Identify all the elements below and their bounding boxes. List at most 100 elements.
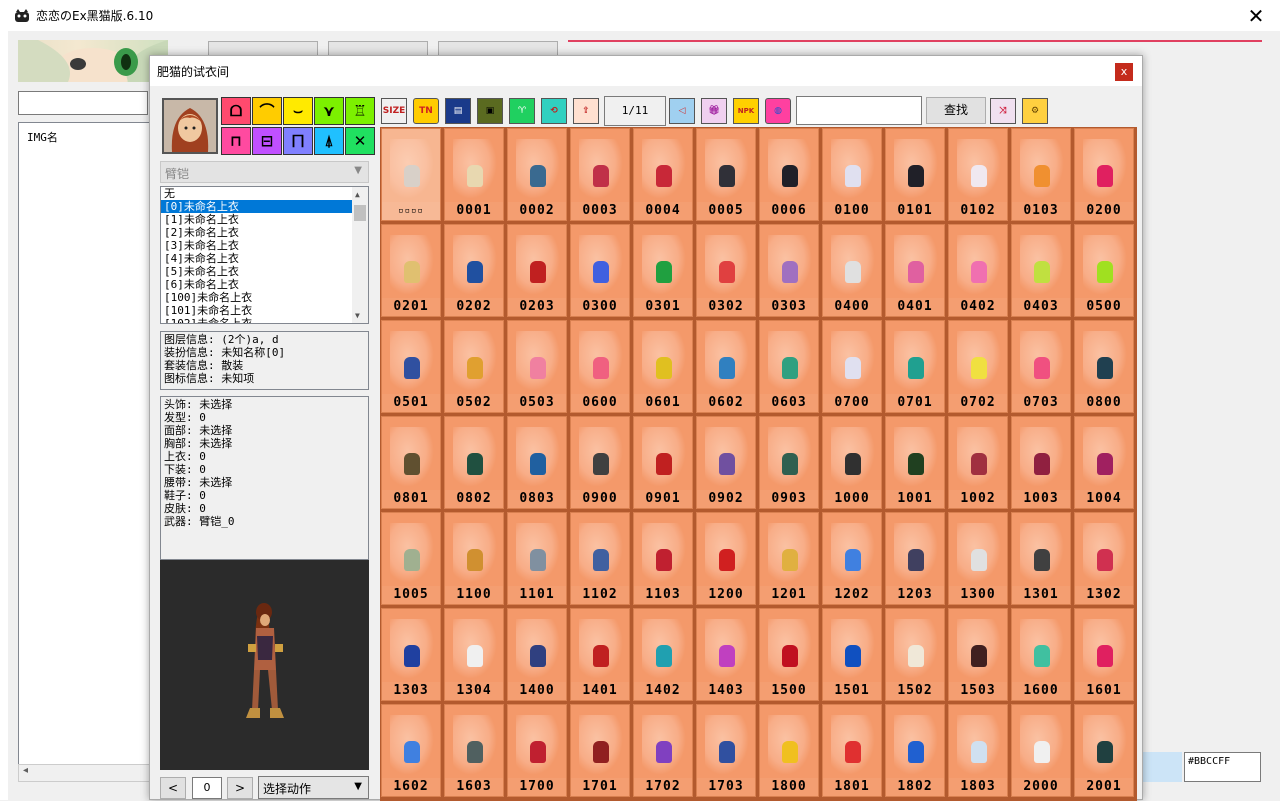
- img-list[interactable]: IMG名: [18, 122, 150, 782]
- belt-icon[interactable]: ⊟: [252, 127, 282, 155]
- book-icon[interactable]: ▤: [445, 98, 471, 124]
- grid-item[interactable]: 1300: [948, 512, 1008, 605]
- grid-item[interactable]: 0403: [1011, 224, 1071, 317]
- next-frame-button[interactable]: >: [227, 777, 253, 799]
- item-search-input[interactable]: [796, 96, 922, 125]
- weapon-icon[interactable]: ✕: [345, 127, 375, 155]
- grid-item[interactable]: 1200: [696, 512, 756, 605]
- grid-item[interactable]: 0901: [633, 416, 693, 509]
- list-item[interactable]: [3]未命名上衣: [161, 239, 353, 252]
- grid-item[interactable]: 0702: [948, 320, 1008, 413]
- grid-item[interactable]: 1102: [570, 512, 630, 605]
- prev-page-icon[interactable]: ◁: [669, 98, 695, 124]
- grid-item[interactable]: 0401: [885, 224, 945, 317]
- grid-item[interactable]: 0302: [696, 224, 756, 317]
- grid-item[interactable]: 1601: [1074, 608, 1134, 701]
- grid-item[interactable]: 0002: [507, 128, 567, 221]
- coat-icon[interactable]: ♖: [345, 97, 375, 125]
- refresh-icon[interactable]: ⟲: [541, 98, 567, 124]
- grid-item[interactable]: 0005: [696, 128, 756, 221]
- grid-item[interactable]: 0300: [570, 224, 630, 317]
- list-item[interactable]: [0]未命名上衣: [161, 200, 353, 213]
- grid-item[interactable]: 0202: [444, 224, 504, 317]
- grid-item[interactable]: 1101: [507, 512, 567, 605]
- grid-item[interactable]: 1402: [633, 608, 693, 701]
- character-portrait[interactable]: [162, 98, 218, 154]
- grid-item[interactable]: 0900: [570, 416, 630, 509]
- grid-item[interactable]: 0801: [381, 416, 441, 509]
- grid-item[interactable]: 1502: [885, 608, 945, 701]
- grid-item[interactable]: 1304: [444, 608, 504, 701]
- grid-item[interactable]: 0903: [759, 416, 819, 509]
- grid-item[interactable]: 0100: [822, 128, 882, 221]
- shuffle-icon[interactable]: ⤨: [990, 98, 1016, 124]
- grid-item[interactable]: 1302: [1074, 512, 1134, 605]
- grid-item[interactable]: 0600: [570, 320, 630, 413]
- grid-item[interactable]: 1602: [381, 704, 441, 797]
- npk-icon[interactable]: NPK: [733, 98, 759, 124]
- grid-item[interactable]: 1301: [1011, 512, 1071, 605]
- grid-item[interactable]: 0700: [822, 320, 882, 413]
- grid-item[interactable]: 0203: [507, 224, 567, 317]
- grid-item[interactable]: 0301: [633, 224, 693, 317]
- item-list-scrollbar[interactable]: ▲ ▼: [352, 187, 368, 323]
- grid-item[interactable]: 0703: [1011, 320, 1071, 413]
- grid-item[interactable]: 0103: [1011, 128, 1071, 221]
- grid-item[interactable]: 1600: [1011, 608, 1071, 701]
- slot-select[interactable]: 臂铠 ▼: [160, 161, 369, 183]
- grid-item[interactable]: 1202: [822, 512, 882, 605]
- gift-icon[interactable]: 🎁︎: [701, 98, 727, 124]
- grid-item[interactable]: 1000: [822, 416, 882, 509]
- grid-item[interactable]: 0501: [381, 320, 441, 413]
- grid-item[interactable]: 0400: [822, 224, 882, 317]
- grid-item[interactable]: 0001: [444, 128, 504, 221]
- grid-item[interactable]: 0101: [885, 128, 945, 221]
- grid-item[interactable]: 0803: [507, 416, 567, 509]
- pants-icon[interactable]: ⊓: [221, 127, 251, 155]
- grid-item[interactable]: 1501: [822, 608, 882, 701]
- shoes-icon[interactable]: ⨅: [283, 127, 313, 155]
- grid-item[interactable]: 0802: [444, 416, 504, 509]
- grid-item[interactable]: 0102: [948, 128, 1008, 221]
- tn-icon[interactable]: TN: [413, 98, 439, 124]
- grid-item[interactable]: 0003: [570, 128, 630, 221]
- grid-item[interactable]: 0402: [948, 224, 1008, 317]
- grid-item[interactable]: 0601: [633, 320, 693, 413]
- grid-item[interactable]: ▫▫▫▫: [381, 128, 441, 221]
- scroll-thumb[interactable]: [354, 205, 366, 221]
- img-list-hscroll[interactable]: ◂: [18, 764, 150, 782]
- skin-icon[interactable]: ⍋: [314, 127, 344, 155]
- grid-item[interactable]: 1303: [381, 608, 441, 701]
- list-item[interactable]: [101]未命名上衣: [161, 304, 353, 317]
- img-search-input[interactable]: [18, 91, 148, 115]
- grid-item[interactable]: 1803: [948, 704, 1008, 797]
- dialog-close-button[interactable]: x: [1115, 63, 1133, 81]
- list-item[interactable]: [100]未命名上衣: [161, 291, 353, 304]
- scroll-down-icon[interactable]: ▼: [355, 309, 360, 322]
- list-item[interactable]: [6]未命名上衣: [161, 278, 353, 291]
- action-select[interactable]: 选择动作 ▼: [258, 776, 369, 799]
- grid-item[interactable]: 2000: [1011, 704, 1071, 797]
- grid-item[interactable]: 1500: [759, 608, 819, 701]
- grid-item[interactable]: 1400: [507, 608, 567, 701]
- grid-item[interactable]: 0602: [696, 320, 756, 413]
- grid-item[interactable]: 0201: [381, 224, 441, 317]
- grid-item[interactable]: 1401: [570, 608, 630, 701]
- grid-item[interactable]: 0006: [759, 128, 819, 221]
- grid-item[interactable]: 1403: [696, 608, 756, 701]
- grid-item[interactable]: 1103: [633, 512, 693, 605]
- grid-item[interactable]: 0004: [633, 128, 693, 221]
- grid-item[interactable]: 0303: [759, 224, 819, 317]
- list-item[interactable]: [2]未命名上衣: [161, 226, 353, 239]
- grid-item[interactable]: 1703: [696, 704, 756, 797]
- grid-item[interactable]: 0701: [885, 320, 945, 413]
- size-icon[interactable]: SIZE: [381, 98, 407, 124]
- grid-item[interactable]: 1203: [885, 512, 945, 605]
- neck-icon[interactable]: ⋎: [314, 97, 344, 125]
- grid-item[interactable]: 1004: [1074, 416, 1134, 509]
- grid-item[interactable]: 1800: [759, 704, 819, 797]
- grid-item[interactable]: 1100: [444, 512, 504, 605]
- grid-item[interactable]: 0902: [696, 416, 756, 509]
- frame-number-field[interactable]: 0: [192, 777, 222, 799]
- grid-item[interactable]: 1005: [381, 512, 441, 605]
